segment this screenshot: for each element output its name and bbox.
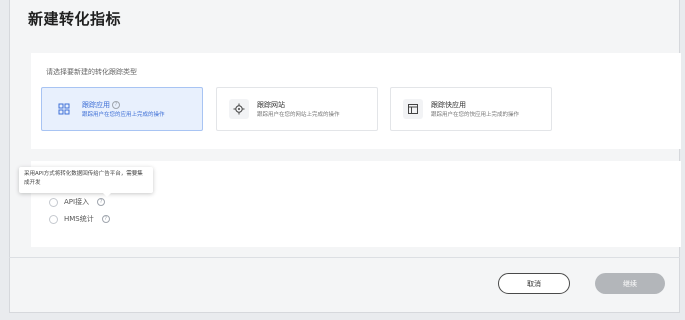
tracking-type-quickapp-card[interactable]: 跟踪快应用 跟踪用户在您的快应用上完成的操作 bbox=[390, 87, 552, 131]
tracking-type-title: 跟踪网站 bbox=[257, 101, 285, 109]
radio-circle[interactable] bbox=[49, 214, 58, 224]
tooltip-arrow bbox=[103, 193, 111, 197]
api-help-tooltip: 采用API方式将转化数据回传给广告平台，需要集成开发 bbox=[19, 167, 153, 197]
page-title: 新建转化指标 bbox=[28, 10, 122, 28]
footer-divider bbox=[9, 257, 680, 258]
help-icon[interactable]: ? bbox=[97, 198, 106, 206]
tracking-type-description: 跟踪用户在您的快应用上完成的操作 bbox=[431, 112, 520, 118]
radio-circle[interactable] bbox=[49, 197, 58, 207]
tracking-type-prompt: 请选择要新建的转化跟踪类型 bbox=[46, 68, 137, 76]
tracking-type-panel: 请选择要新建的转化跟踪类型 跟踪应用? 跟踪用户在您的应用上完成的操作 跟踪网站… bbox=[31, 53, 681, 149]
crosshair-target-icon bbox=[229, 99, 249, 119]
cancel-button[interactable]: 取消 bbox=[498, 273, 570, 294]
tracking-type-app-card[interactable]: 跟踪应用? 跟踪用户在您的应用上完成的操作 bbox=[41, 87, 203, 131]
help-icon[interactable]: ? bbox=[101, 215, 110, 223]
tracking-type-title: 跟踪快应用 bbox=[431, 101, 466, 109]
app-grid-icon bbox=[54, 99, 74, 119]
tracking-type-description: 跟踪用户在您的应用上完成的操作 bbox=[82, 112, 165, 118]
radio-option-api[interactable]: API接入 ? bbox=[49, 197, 106, 207]
tracking-type-website-card[interactable]: 跟踪网站 跟踪用户在您的网站上完成的操作 bbox=[216, 87, 378, 131]
radio-label: HMS统计 bbox=[64, 215, 94, 223]
radio-option-hms[interactable]: HMS统计 ? bbox=[49, 214, 110, 224]
tracking-type-description: 跟踪用户在您的网站上完成的操作 bbox=[257, 112, 340, 118]
tracking-type-title: 跟踪应用? bbox=[82, 100, 120, 110]
dialog-window: 新建转化指标 请选择要新建的转化跟踪类型 跟踪应用? 跟踪用户在您的应用上完成的… bbox=[9, 0, 681, 313]
next-button[interactable]: 继续 bbox=[595, 273, 665, 294]
radio-label: API接入 bbox=[64, 198, 90, 206]
quick-app-window-icon bbox=[403, 99, 423, 119]
help-icon[interactable]: ? bbox=[112, 101, 120, 109]
tooltip-text: 采用API方式将转化数据回传给广告平台，需要集成开发 bbox=[24, 171, 143, 186]
